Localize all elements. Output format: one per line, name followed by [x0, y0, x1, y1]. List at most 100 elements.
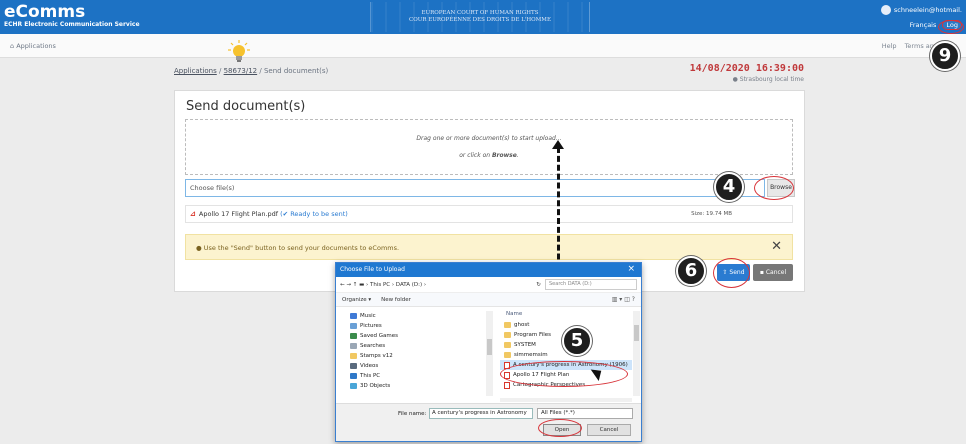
datetime-zone-line: ● Strasbourg local time — [690, 76, 804, 83]
folder-icon — [350, 373, 357, 379]
close-icon[interactable]: ✕ — [771, 239, 782, 254]
file-list-item: ⊿ Apollo 17 Flight Plan.pdf (✔ Ready to … — [185, 205, 793, 223]
breadcrumb-separator: / — [259, 67, 262, 75]
step-badge-5: 5 — [562, 326, 592, 356]
filename-label: File name: — [398, 411, 427, 417]
dialog-close-icon[interactable]: × — [627, 264, 635, 274]
nav-item-label: Searches — [360, 343, 386, 349]
nav-item-label: Music — [360, 313, 376, 319]
navigation-scrollbar[interactable] — [486, 311, 493, 396]
brand[interactable]: eComms ECHR Electronic Communication Ser… — [4, 3, 140, 29]
folder-icon — [350, 323, 357, 329]
view-options-icon[interactable]: ▥ ▾ ◫ ? — [612, 296, 635, 303]
home-icon: ⌂ — [10, 42, 15, 50]
dialog-search-input[interactable]: Search DATA (D:) — [545, 279, 637, 290]
page-title: Send document(s) — [186, 99, 306, 114]
applications-nav[interactable]: ⌂ Applications — [10, 42, 56, 50]
file-list-row[interactable]: ghost — [500, 320, 632, 330]
step-badge-6: 6 — [676, 256, 706, 286]
language-switch[interactable]: Français — [910, 21, 937, 29]
help-link[interactable]: Help — [882, 42, 897, 50]
dropzone-instructions: Drag one or more document(s) to start up… — [416, 135, 562, 142]
file-upload-dialog: Choose File to Upload × ← → ↑ ▬ › This P… — [335, 262, 642, 442]
address-path[interactable]: ← → ↑ ▬ › This PC › DATA (D:) › — [340, 282, 532, 288]
file-status: (✔ Ready to be sent) — [278, 210, 348, 218]
nav-item[interactable]: 3D Objects — [342, 381, 492, 391]
info-icon: ● — [196, 244, 202, 252]
dialog-cancel-button[interactable]: Cancel — [587, 424, 631, 436]
folder-icon — [504, 342, 511, 348]
dialog-titlebar: Choose File to Upload × — [336, 263, 641, 277]
file-list-scrollbar[interactable] — [633, 311, 640, 396]
trash-icon: ▪ — [759, 269, 764, 276]
info-notice: ● Use the "Send" button to send your doc… — [185, 234, 793, 260]
breadcrumb-current: Send document(s) — [263, 67, 329, 75]
choose-files-input[interactable]: Choose file(s) — [185, 179, 765, 197]
file-list-label: simmemsim — [514, 352, 548, 358]
brand-title: eComms — [4, 2, 86, 22]
nav-item[interactable]: Music — [342, 311, 492, 321]
folder-icon — [504, 352, 511, 358]
file-list-label: SYSTEM — [514, 342, 536, 348]
nav-item-label: Pictures — [360, 323, 382, 329]
file-name: Apollo 17 Flight Plan.pdf — [198, 210, 279, 218]
nav-item[interactable]: Searches — [342, 341, 492, 351]
dropzone-browse-hint: or click on Browse. — [459, 152, 519, 159]
folder-icon — [350, 333, 357, 339]
organize-menu[interactable]: Organize ▾ — [342, 297, 371, 303]
nav-item-label: 3D Objects — [360, 383, 391, 389]
court-name-en: EUROPEAN COURT OF HUMAN RIGHTS — [421, 10, 539, 16]
datetime-zone: Strasbourg local time — [739, 76, 804, 83]
folder-icon — [350, 363, 357, 369]
file-size: Size: 19.74 MB — [691, 211, 732, 217]
breadcrumb-separator: / — [219, 67, 222, 75]
nav-item[interactable]: Stamps v12 — [342, 351, 492, 361]
user-menu[interactable]: schneelein@hotmail. — [880, 5, 962, 15]
court-name-fr: COUR EUROPÉENNE DES DROITS DE L'HOMME — [409, 17, 551, 23]
refresh-icon[interactable]: ↻ — [536, 282, 541, 288]
nav-item[interactable]: This PC — [342, 371, 492, 381]
dialog-footer: File name: A century's progress in Astro… — [336, 403, 641, 441]
pdf-file-icon: ⊿ — [190, 210, 196, 218]
dialog-body: Music Pictures Saved Games Searches Stamps v… — [336, 308, 641, 402]
breadcrumb-case[interactable]: 58673/12 — [224, 67, 258, 75]
court-banner: EUROPEAN COURT OF HUMAN RIGHTS COUR EURO… — [370, 2, 590, 32]
highlight-logout — [938, 20, 964, 34]
nav-item[interactable]: Saved Games — [342, 331, 492, 341]
horizontal-scrollbar[interactable] — [500, 398, 632, 402]
breadcrumb-applications[interactable]: Applications — [174, 67, 217, 75]
pdf-file-icon — [504, 381, 510, 389]
folder-icon — [504, 332, 511, 338]
highlight-open — [538, 419, 582, 437]
nav-item-label: Stamps v12 — [360, 353, 393, 359]
folder-icon — [350, 313, 357, 319]
filename-input[interactable]: A century's progress in Astronomy — [429, 408, 533, 419]
avatar-icon — [880, 5, 891, 15]
notice-text: Use the "Send" button to send your docum… — [203, 244, 400, 252]
folder-icon — [504, 322, 511, 328]
datetime-value: 14/08/2020 16:39:00 — [689, 63, 804, 74]
top-header: eComms ECHR Electronic Communication Ser… — [0, 0, 966, 34]
dialog-address-bar: ← → ↑ ▬ › This PC › DATA (D:) › ↻ Search… — [336, 277, 641, 293]
breadcrumb: Applications / 58673/12 / Send document(… — [174, 67, 328, 75]
column-header-name[interactable]: Name — [500, 311, 632, 320]
check-icon: ✔ — [282, 210, 289, 218]
file-list-label: Program Files — [514, 332, 552, 338]
step-badge-4: 4 — [714, 172, 744, 202]
sub-navigation: ⌂ Applications Help Terms and — [0, 34, 966, 58]
highlight-send — [713, 258, 750, 288]
brand-subtitle: ECHR Electronic Communication Service — [4, 21, 140, 28]
lightbulb-icon — [228, 40, 250, 62]
new-folder-button[interactable]: New folder — [381, 297, 411, 303]
user-email: schneelein@hotmail. — [893, 6, 962, 14]
nav-item[interactable]: Videos — [342, 361, 492, 371]
upload-dropzone[interactable]: Drag one or more document(s) to start up… — [185, 119, 793, 175]
filetype-select[interactable]: All Files (*.*) — [537, 408, 633, 419]
nav-item[interactable]: Pictures — [342, 321, 492, 331]
folder-icon — [350, 343, 357, 349]
nav-item-label: This PC — [360, 373, 381, 379]
cancel-button[interactable]: ▪ Cancel — [753, 264, 793, 281]
folder-icon — [350, 353, 357, 359]
navigation-pane: Music Pictures Saved Games Searches Stamps v… — [342, 311, 492, 399]
dialog-title: Choose File to Upload — [340, 266, 405, 273]
